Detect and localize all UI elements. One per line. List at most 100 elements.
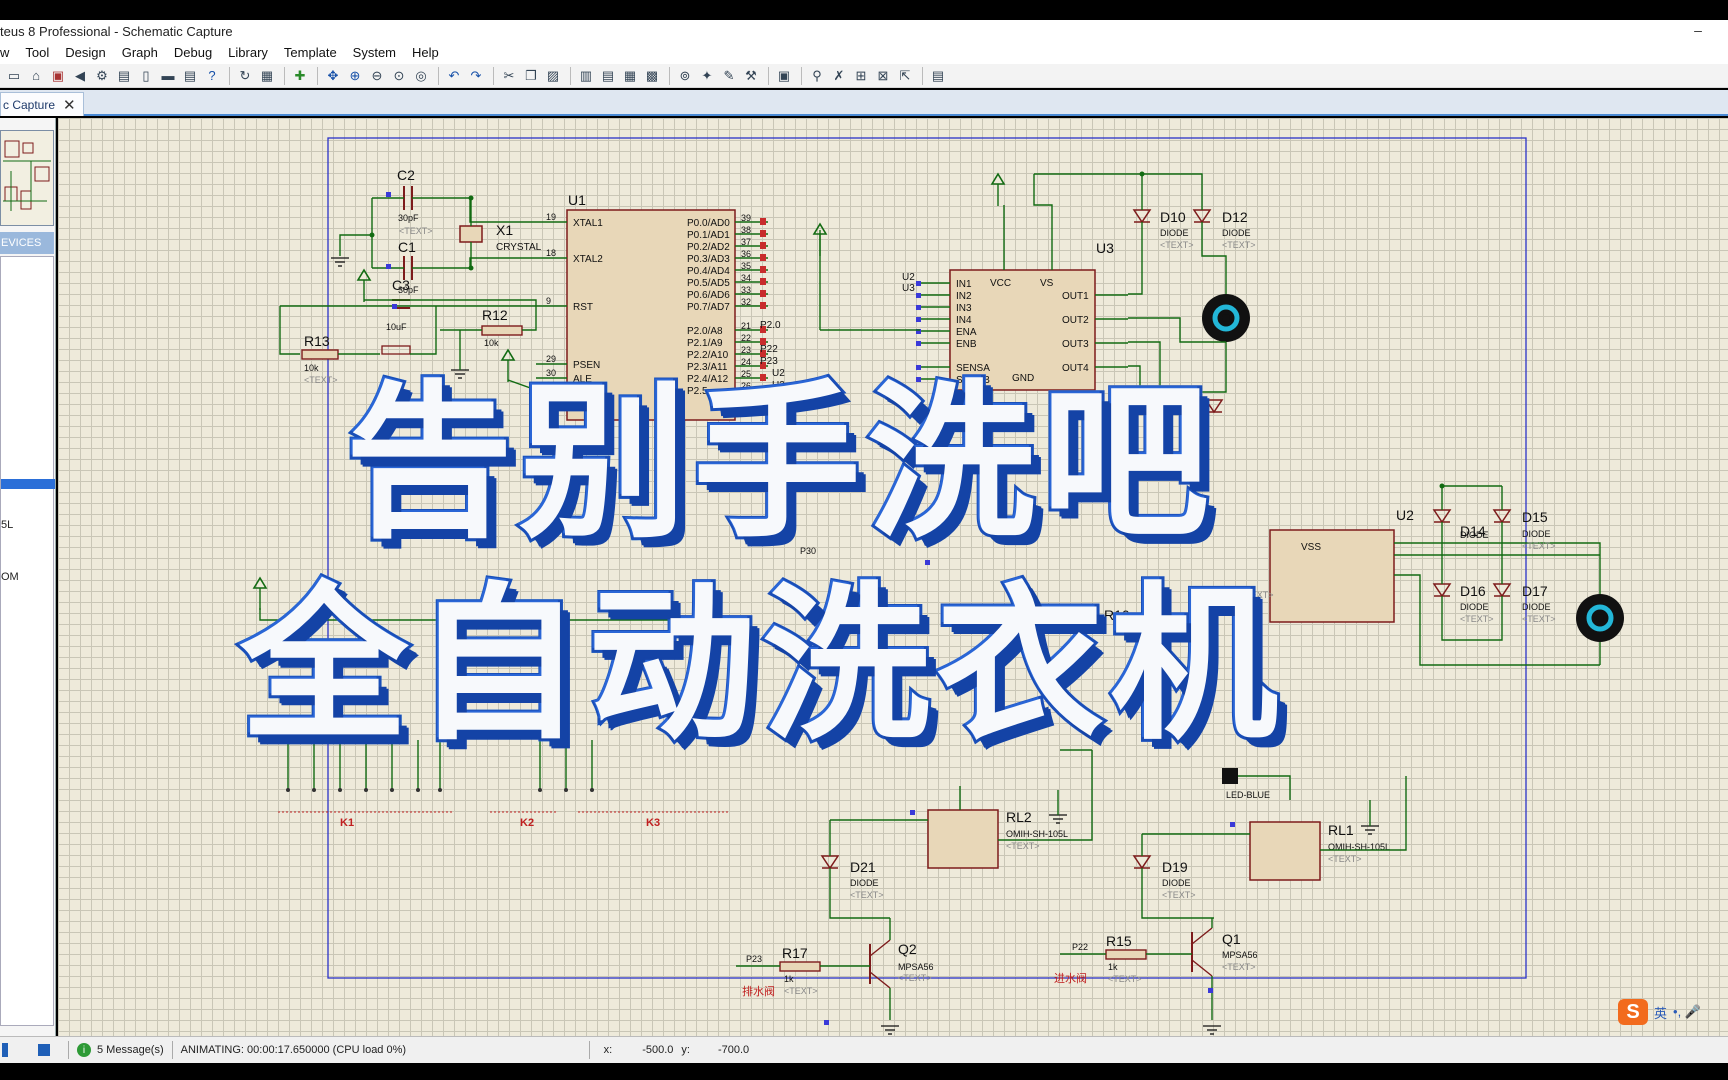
refresh-icon[interactable]: ↻ [235,66,255,86]
back-icon[interactable]: ◀ [70,66,90,86]
schematic-label: <TEXT> [1240,590,1274,600]
chip-icon[interactable]: ▣ [48,66,68,86]
pick-icon[interactable]: ⊚ [675,66,695,86]
schematic-label: DIODE [1522,602,1551,612]
message-count[interactable]: 5 Message(s) [97,1044,164,1056]
c3-label: C3 [392,277,410,293]
wire-autorouter-icon[interactable]: ▣ [774,66,794,86]
book-icon[interactable]: ▤ [114,66,134,86]
pin-marker [1208,988,1213,993]
schematic-label: P2.1/A9 [687,338,723,349]
toolbar-separator [922,66,923,85]
wire [1128,222,1143,295]
schematic-canvas[interactable]: U1 XTAL1 19 XTAL2 18 RST 9 PSEN 29 ALE 30 EA 31 P0.0/… [58,118,1728,1036]
block-copy-icon[interactable]: ▥ [576,66,596,86]
device-list[interactable]: 5L OM [0,256,55,1026]
schematic-label: 34 [741,273,751,283]
block-rotate-icon[interactable]: ▦ [620,66,640,86]
remove-sheet-icon[interactable]: ⊠ [873,66,893,86]
exit-sheet-icon[interactable]: ⇱ [895,66,915,86]
search-icon[interactable]: ⚲ [807,66,827,86]
schematic-label: 25 [741,369,751,379]
menu-graph[interactable]: Graph [114,42,166,64]
menu-design[interactable]: Design [57,42,113,64]
origin-icon[interactable]: ✚ [290,66,310,86]
schematic-label: LED-BLUE [1226,790,1270,800]
schematic-label: DIODE [1460,530,1489,540]
copy-icon[interactable]: ❐ [521,66,541,86]
home-icon[interactable]: ⌂ [26,66,46,86]
status-bar: i 5 Message(s) ANIMATING: 00:00:17.65000… [0,1036,1728,1063]
wire [339,234,372,256]
d10-diode [1132,209,1152,224]
property-icon[interactable]: ✗ [829,66,849,86]
redo-icon[interactable]: ↷ [466,66,486,86]
new-sheet-icon[interactable]: ⊞ [851,66,871,86]
zoom-in-icon[interactable]: ⊕ [345,66,365,86]
ime-extra[interactable]: •, 🎤 [1673,1004,1701,1020]
overview-window[interactable] [0,130,54,226]
r13-resistor [301,349,339,360]
zoom-out-icon[interactable]: ⊖ [367,66,387,86]
schematic-label: IN1 [956,279,972,290]
minimize-button[interactable]: – [1688,20,1708,42]
make-device-icon[interactable]: ✦ [697,66,717,86]
menu-debug[interactable]: Debug [166,42,220,64]
paste-icon[interactable]: ▨ [543,66,563,86]
grid-icon[interactable]: ▦ [257,66,277,86]
schematic-label: SENSB [956,375,990,386]
close-icon[interactable]: ✕ [63,96,76,114]
ime-toolbar[interactable]: S 英 •, 🎤 [1618,998,1728,1026]
tab-schematic-capture[interactable]: c Capture ✕ [0,92,84,116]
pin-marker [916,305,921,310]
zoom-all-icon[interactable]: ⊙ [389,66,409,86]
menu-view[interactable]: w [0,42,17,64]
block-delete-icon[interactable]: ▩ [642,66,662,86]
page-icon[interactable]: ▯ [136,66,156,86]
pin-end [760,290,766,297]
bom-icon[interactable]: ▤ [928,66,948,86]
menu-help[interactable]: Help [404,42,447,64]
schematic-label: <TEXT> [1108,974,1142,984]
toolbar-separator [570,66,571,85]
menu-tool[interactable]: Tool [17,42,57,64]
doc-icon[interactable]: ▤ [180,66,200,86]
toolbar-separator [669,66,670,85]
bar-icon[interactable]: ▬ [158,66,178,86]
block-move-icon[interactable]: ▤ [598,66,618,86]
device-selected-row[interactable] [1,479,55,489]
key-pin [538,788,542,792]
wire [522,306,537,331]
zoom-area-icon[interactable]: ◎ [411,66,431,86]
schematic-label: ALE [573,374,592,385]
key-pin [312,788,316,792]
schematic-label: 26 [741,381,751,391]
menu-system[interactable]: System [345,42,404,64]
r10-label: R10 [1104,607,1130,623]
pan-icon[interactable]: ✥ [323,66,343,86]
device-item[interactable]: OM [1,571,19,583]
schematic-label: U3 [772,380,785,391]
device-item[interactable]: 5L [1,519,13,531]
help-icon[interactable]: ? [202,66,222,86]
key-pin [416,788,420,792]
key-pin [564,788,568,792]
ime-language[interactable]: 英 [1654,1003,1667,1022]
cut-icon[interactable]: ✂ [499,66,519,86]
decompose-icon[interactable]: ⚒ [741,66,761,86]
schematic-label: DIODE [1522,529,1551,539]
pause-button[interactable] [2,1043,8,1057]
schematic-label: DIODE [1222,228,1251,238]
packaging-icon[interactable]: ✎ [719,66,739,86]
undo-icon[interactable]: ↶ [444,66,464,86]
new-icon[interactable]: ▭ [4,66,24,86]
wire [1320,776,1407,851]
menu-template[interactable]: Template [276,42,345,64]
c2-label: C2 [397,167,415,183]
schematic-label: 39 [741,213,751,223]
pin-marker [392,304,397,309]
menu-library[interactable]: Library [220,42,276,64]
toolbar-separator [284,66,285,85]
stop-button[interactable] [38,1044,50,1056]
component-icon[interactable]: ⚙ [92,66,112,86]
